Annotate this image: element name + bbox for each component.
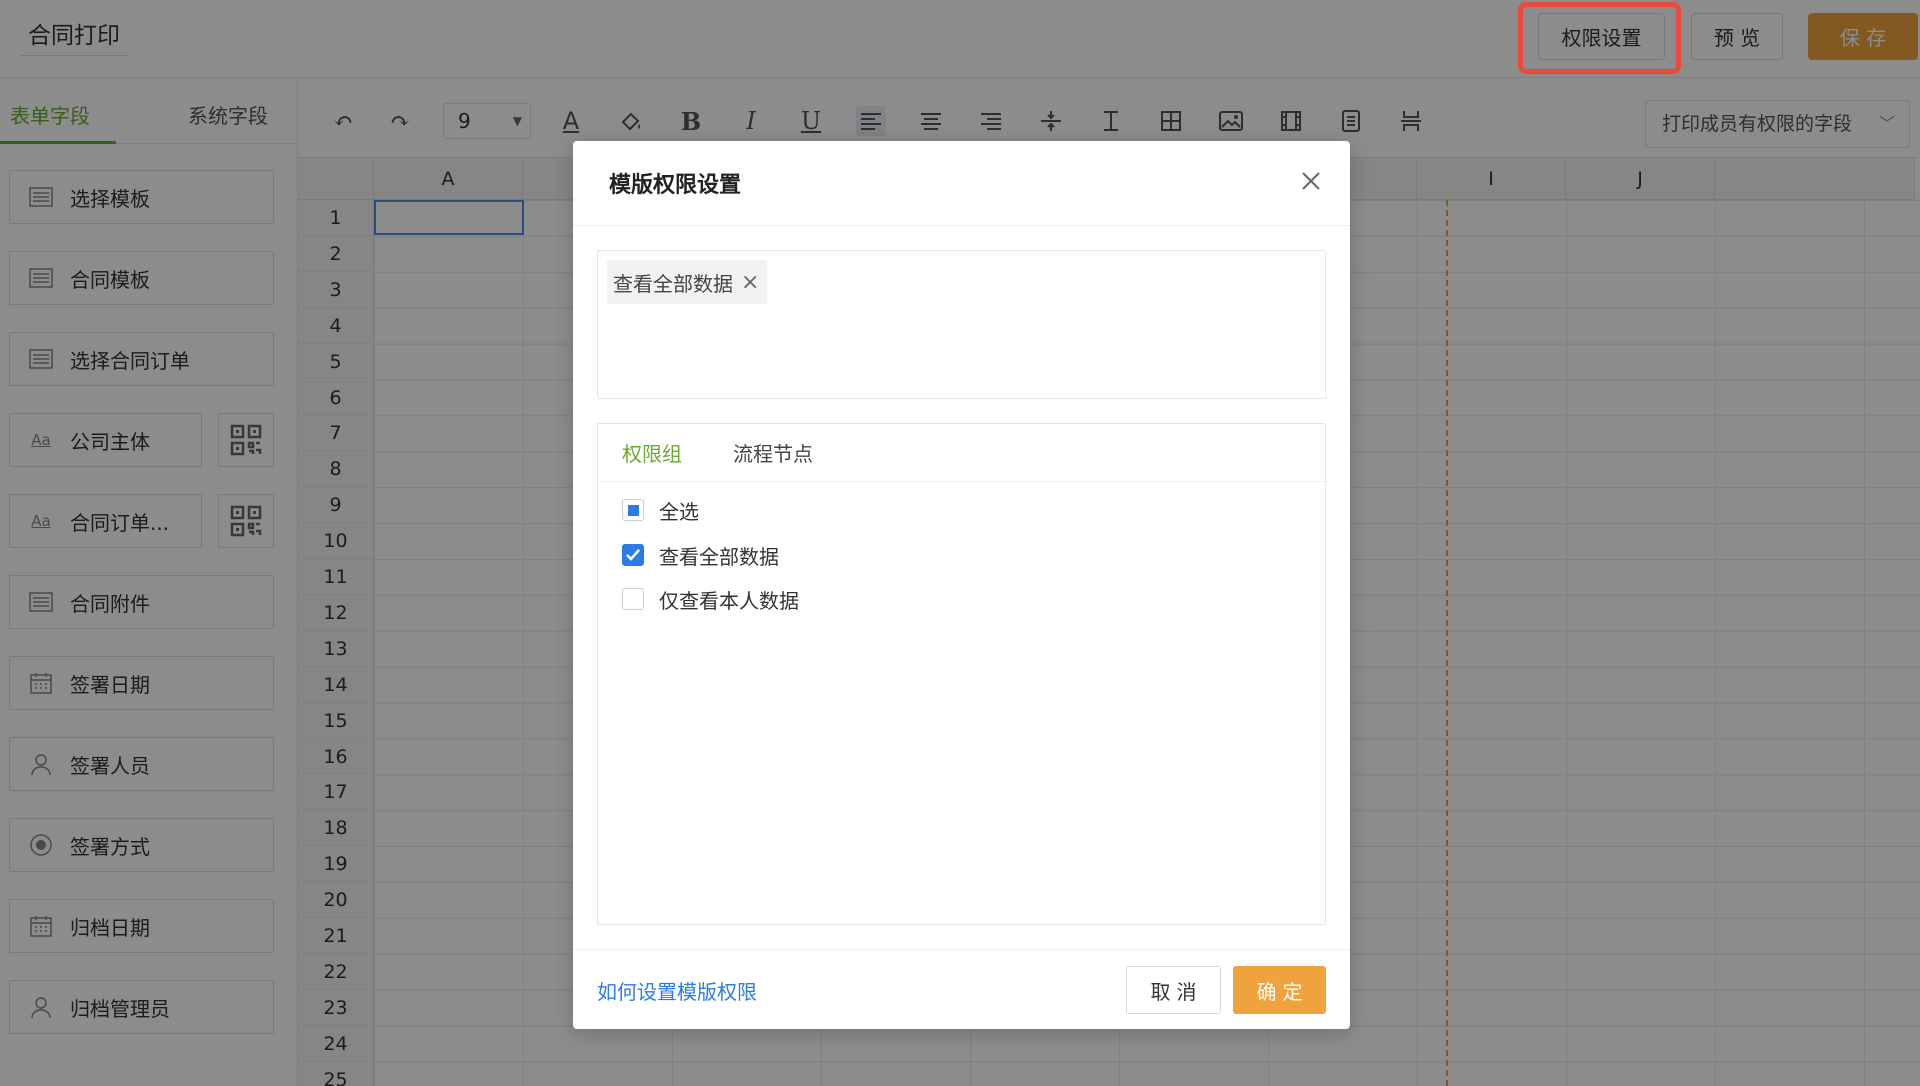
selected-permissions-box[interactable]: 查看全部数据 ×: [597, 250, 1326, 399]
dialog-title: 模版权限设置: [609, 173, 742, 198]
permission-tag: 查看全部数据 ×: [607, 260, 768, 304]
view-own-data-option[interactable]: 仅查看本人数据: [622, 585, 799, 613]
permission-panel: 权限组 流程节点 全选 查看全部数据 仅查看本人数据: [597, 423, 1327, 925]
template-permission-dialog: 模版权限设置 查看全部数据 × 权限组 流程节点 全选 查看全部数据 仅查看本人…: [573, 141, 1350, 1029]
select-all-label: 全选: [659, 499, 699, 524]
check-icon: [626, 549, 640, 561]
view-all-data-option[interactable]: 查看全部数据: [622, 541, 779, 569]
view-own-data-checkbox[interactable]: [622, 588, 644, 610]
view-own-data-label: 仅查看本人数据: [659, 588, 799, 613]
help-link[interactable]: 如何设置模版权限: [597, 976, 757, 1005]
close-icon[interactable]: [1293, 163, 1329, 199]
confirm-button[interactable]: 确定: [1233, 966, 1326, 1014]
view-all-data-label: 查看全部数据: [659, 544, 779, 569]
dialog-footer: 如何设置模版权限 取消 确定: [573, 949, 1350, 1029]
tab-process-node[interactable]: 流程节点: [733, 438, 813, 467]
cancel-button[interactable]: 取消: [1126, 966, 1221, 1014]
dialog-header: 模版权限设置: [573, 141, 1350, 226]
tab-permission-group[interactable]: 权限组: [622, 438, 682, 467]
panel-tabs: 权限组 流程节点: [598, 424, 1327, 482]
permission-tag-label: 查看全部数据: [613, 271, 733, 296]
permission-button-highlight: [1518, 2, 1681, 74]
select-all-checkbox[interactable]: [622, 499, 644, 521]
remove-tag-icon[interactable]: ×: [741, 270, 759, 295]
view-all-data-checkbox[interactable]: [622, 544, 644, 566]
select-all-option[interactable]: 全选: [622, 496, 699, 524]
